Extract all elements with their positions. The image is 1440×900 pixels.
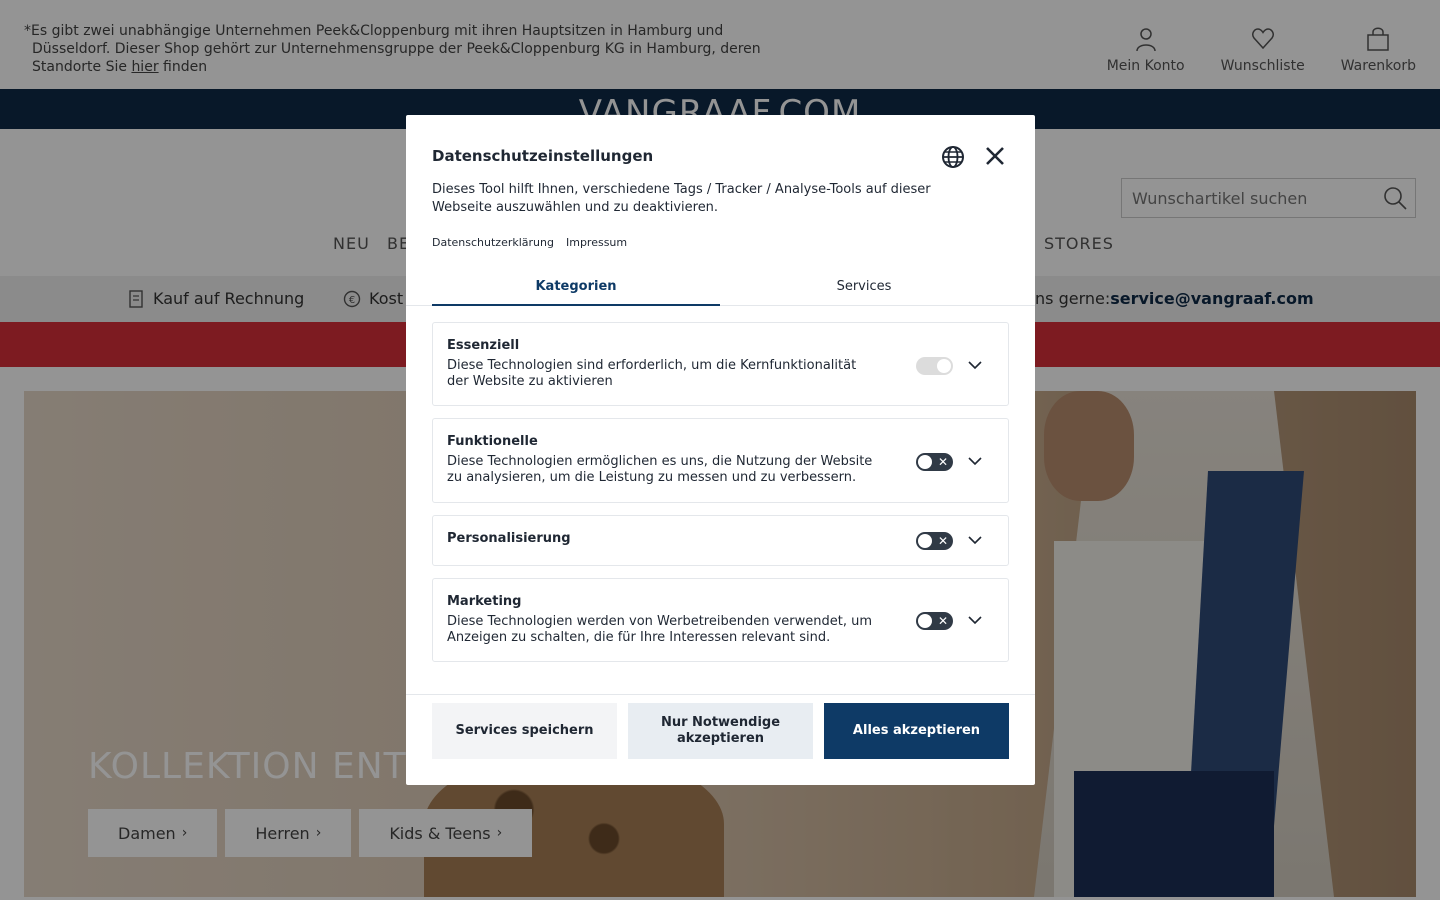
close-icon[interactable] — [984, 145, 1006, 167]
accept-all-button[interactable]: Alles akzeptieren — [824, 703, 1009, 759]
toggle-off-icon: ✕ — [937, 455, 948, 469]
accept-necessary-label: Nur Notwendige akzeptieren — [661, 715, 780, 747]
dialog-title: Datenschutzeinstellungen — [432, 147, 654, 165]
privacy-policy-link[interactable]: Datenschutzerklärung — [432, 236, 554, 249]
category-description: Diese Technologien sind erforderlich, um… — [447, 358, 857, 389]
category-toggle-personalization[interactable]: ✕ — [916, 532, 953, 550]
category-toggle-marketing[interactable]: ✕ — [916, 612, 953, 630]
dialog-tabs: Kategorien Services — [406, 271, 1035, 306]
accept-necessary-line-2: akzeptieren — [676, 731, 765, 746]
toggle-knob — [937, 359, 951, 373]
category-description: Diese Technologien werden von Werbetreib… — [447, 614, 873, 645]
category-functional: Funktionelle Diese Technologien ermöglic… — [432, 418, 1009, 503]
category-name: Funktionelle — [447, 434, 538, 449]
privacy-settings-dialog: Datenschutzeinstellungen Dieses Tool hil… — [406, 115, 1035, 785]
dialog-links: Datenschutzerklärung Impressum — [432, 236, 627, 249]
category-personalization: Personalisierung ✕ — [432, 515, 1009, 566]
toggle-off-icon: ✕ — [937, 614, 948, 628]
tab-services[interactable]: Services — [720, 279, 1008, 306]
chevron-down-icon[interactable] — [966, 356, 984, 374]
dialog-footer-divider — [406, 694, 1035, 695]
tab-categories[interactable]: Kategorien — [432, 279, 720, 306]
category-name: Personalisierung — [447, 531, 571, 546]
category-name: Essenziell — [447, 338, 520, 353]
toggle-knob — [918, 614, 932, 628]
category-toggle-functional[interactable]: ✕ — [916, 453, 953, 471]
globe-icon[interactable] — [941, 145, 965, 169]
chevron-down-icon[interactable] — [966, 452, 984, 470]
category-name: Marketing — [447, 594, 522, 609]
toggle-knob — [918, 455, 932, 469]
dialog-description: Dieses Tool hilft Ihnen, verschiedene Ta… — [432, 182, 931, 215]
category-description: Diese Technologien ermöglichen es uns, d… — [447, 454, 873, 485]
toggle-knob — [918, 534, 932, 548]
category-marketing: Marketing Diese Technologien werden von … — [432, 578, 1009, 662]
category-essential: Essenziell Diese Technologien sind erfor… — [432, 322, 1009, 406]
chevron-down-icon[interactable] — [966, 531, 984, 549]
save-services-button[interactable]: Services speichern — [432, 703, 617, 759]
toggle-off-icon: ✕ — [937, 534, 948, 548]
imprint-link[interactable]: Impressum — [566, 236, 627, 249]
chevron-down-icon[interactable] — [966, 611, 984, 629]
category-toggle-essential — [916, 357, 953, 375]
accept-necessary-button[interactable]: Nur Notwendige akzeptieren — [628, 703, 813, 759]
accept-necessary-line-1: Nur Notwendige — [660, 715, 781, 730]
